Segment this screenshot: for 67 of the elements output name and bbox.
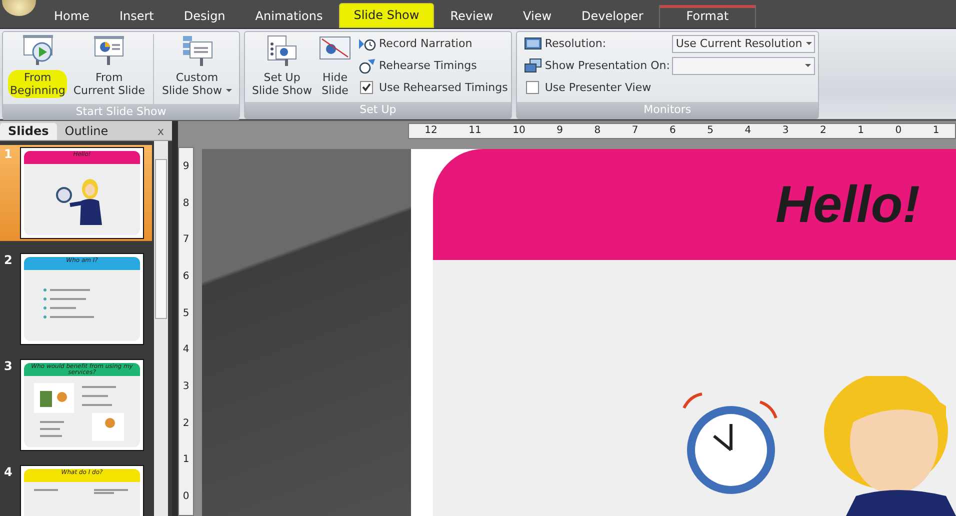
slide-number: 1 bbox=[4, 147, 12, 163]
ruler-number: 9 bbox=[182, 160, 190, 172]
field-label: Resolution: bbox=[544, 37, 608, 50]
ruler-number: 10 bbox=[512, 124, 526, 138]
ribbon-button[interactable]: Record Narration bbox=[358, 34, 508, 53]
group-title: Monitors bbox=[516, 102, 818, 118]
ribbon-tab[interactable]: Insert bbox=[105, 5, 168, 28]
slide-number: 4 bbox=[4, 465, 12, 481]
ruler-number: 4 bbox=[182, 344, 190, 356]
ruler-number: 8 bbox=[182, 198, 190, 209]
ruler-number: 11 bbox=[468, 124, 482, 138]
ruler-number: 12 bbox=[424, 124, 438, 138]
checkbox[interactable] bbox=[360, 81, 374, 94]
ruler-number: 5 bbox=[182, 308, 190, 319]
ribbon-tab[interactable]: Animations bbox=[241, 5, 337, 28]
slide-number: 3 bbox=[4, 359, 12, 375]
ruler-number: 7 bbox=[182, 234, 190, 246]
ruler-number: 6 bbox=[182, 270, 190, 282]
ruler-number: 1 bbox=[858, 124, 864, 138]
ruler-number: 6 bbox=[669, 124, 676, 138]
checkbox[interactable] bbox=[526, 81, 539, 94]
checkbox-label: Use Rehearsed Timings bbox=[379, 81, 508, 94]
clock-icon bbox=[358, 58, 376, 74]
ruler-number: 1 bbox=[182, 454, 190, 466]
ruler-number: 2 bbox=[820, 124, 826, 138]
dropdown-field[interactable]: Use Current Resolution bbox=[672, 34, 815, 52]
ruler-number: 5 bbox=[707, 124, 714, 138]
ribbon-button[interactable]: From Current Slide bbox=[69, 34, 149, 98]
monitor-icon bbox=[524, 36, 542, 52]
group-title: Start Slide Show bbox=[3, 104, 239, 120]
ribbon-tab[interactable]: Slide Show bbox=[338, 3, 434, 28]
close-button[interactable]: x bbox=[157, 123, 164, 140]
ribbon-tab[interactable]: View bbox=[509, 5, 566, 28]
ruler-number: 3 bbox=[182, 380, 190, 392]
projector-play-icon bbox=[20, 34, 55, 68]
ruler-number: 9 bbox=[556, 124, 563, 138]
ruler-number: 1 bbox=[932, 124, 940, 138]
ruler-number: 4 bbox=[744, 124, 752, 138]
ruler-number: 0 bbox=[182, 491, 190, 502]
field-label: Show Presentation On: bbox=[544, 59, 669, 72]
projector-slides-icon bbox=[265, 34, 300, 68]
ribbon-button[interactable]: Set Up Slide Show bbox=[248, 34, 316, 98]
ribbon-tab[interactable]: Home bbox=[40, 5, 104, 28]
scrollbar[interactable] bbox=[154, 141, 168, 516]
ruler-number: 0 bbox=[895, 124, 902, 138]
ribbon-button[interactable]: Hide Slide bbox=[316, 34, 354, 98]
ribbon-button[interactable]: From Beginning bbox=[6, 34, 70, 98]
ruler-number: 8 bbox=[594, 124, 601, 138]
ribbon-tab[interactable]: Review bbox=[436, 5, 508, 28]
two-monitors-icon bbox=[524, 58, 542, 74]
ribbon-tab[interactable]: Developer bbox=[568, 5, 658, 28]
slide-title: Hello! bbox=[776, 174, 920, 234]
group-title: Set Up bbox=[245, 102, 511, 118]
pane-tab[interactable]: Slides bbox=[0, 123, 57, 140]
ruler-number: 7 bbox=[632, 124, 638, 138]
ribbon-button[interactable]: Rehearse Timings bbox=[358, 56, 508, 75]
pane-tab[interactable]: Outline bbox=[56, 123, 116, 140]
ruler-number: 2 bbox=[182, 418, 190, 429]
slide-number: 2 bbox=[4, 253, 12, 269]
ribbon-tab[interactable]: Design bbox=[170, 5, 240, 28]
projector-chart-icon bbox=[92, 34, 126, 68]
checkbox-label: Use Presenter View bbox=[544, 81, 652, 94]
dropdown-field[interactable] bbox=[672, 56, 815, 74]
ribbon-tab[interactable]: Format bbox=[659, 5, 756, 28]
scroll-thumb[interactable] bbox=[155, 159, 167, 319]
ribbon-button[interactable]: Custom Slide Show bbox=[158, 34, 236, 98]
ruler-number: 3 bbox=[782, 124, 789, 138]
